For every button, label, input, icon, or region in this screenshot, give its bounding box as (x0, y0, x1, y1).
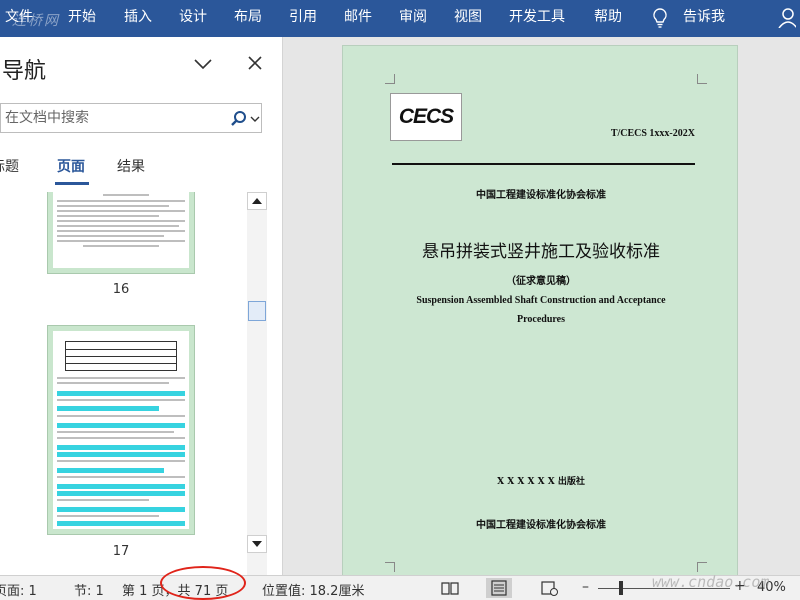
book-icon (441, 582, 459, 595)
association-name-bottom: 中国工程建设标准化协会标准 (476, 520, 606, 531)
tab-review[interactable]: 审阅 (399, 8, 427, 26)
document-title: 悬吊拼装式竖井施工及验收标准 (422, 242, 660, 262)
tab-help[interactable]: 帮助 (594, 8, 622, 26)
zoom-slider-thumb[interactable] (619, 581, 623, 595)
page-thumbnail-17[interactable] (47, 325, 195, 535)
triangle-down-icon (252, 541, 262, 547)
document-canvas[interactable]: CECS T/CECS 1xxx-202X 中国工程建设标准化协会标准 悬吊拼装… (284, 37, 800, 575)
association-name-top: 中国工程建设标准化协会标准 (476, 190, 606, 201)
tab-home[interactable]: 开始 (68, 8, 96, 26)
thumbnail-page-number: 16 (112, 282, 130, 297)
annotation-circle (160, 566, 246, 600)
tab-developer[interactable]: 开发工具 (509, 8, 565, 26)
thumbnail-page-number: 17 (112, 544, 130, 559)
active-tab-indicator (55, 182, 89, 185)
crop-mark (385, 74, 395, 84)
lightbulb-icon[interactable] (650, 7, 670, 29)
close-icon[interactable] (246, 54, 264, 72)
status-page[interactable]: 页面: 1 (0, 580, 37, 599)
tab-references[interactable]: 引用 (289, 8, 317, 26)
nav-pane-title: 导航 (2, 59, 47, 84)
tab-design[interactable]: 设计 (179, 8, 207, 26)
triangle-up-icon (252, 198, 262, 204)
print-layout-button[interactable] (486, 578, 512, 598)
web-layout-button[interactable] (536, 578, 562, 598)
tab-file[interactable]: 文件 (5, 8, 33, 26)
scroll-down-button[interactable] (247, 535, 267, 553)
print-layout-icon (491, 580, 507, 596)
navigation-pane: 导航 标题 页面 结果 (0, 37, 283, 592)
thumbnail-page-content (53, 192, 189, 268)
read-mode-button[interactable] (437, 578, 463, 598)
document-page[interactable]: CECS T/CECS 1xxx-202X 中国工程建设标准化协会标准 悬吊拼装… (342, 45, 738, 575)
search-icon[interactable] (230, 110, 248, 128)
ribbon-tab-bar: 连桥网 文件 开始 插入 设计 布局 引用 邮件 审阅 视图 开发工具 帮助 告… (0, 0, 800, 37)
tab-results[interactable]: 结果 (117, 156, 145, 176)
publisher: X X X X X X 出版社 (497, 477, 585, 487)
site-watermark: www.cndao.com (652, 573, 770, 591)
scrollbar-thumb[interactable] (248, 301, 266, 321)
search-options-chevron-icon[interactable] (250, 114, 260, 124)
user-icon[interactable] (776, 6, 796, 28)
zoom-out-button[interactable]: – (582, 579, 589, 595)
crop-mark (385, 562, 395, 572)
tab-pages[interactable]: 页面 (57, 156, 85, 176)
status-section[interactable]: 节: 1 (74, 580, 104, 599)
cecs-logo: CECS (390, 93, 462, 141)
crop-mark (697, 562, 707, 572)
tell-me-search[interactable]: 告诉我 (683, 8, 725, 26)
page-thumbnail-16[interactable] (47, 192, 195, 274)
search-box (0, 103, 262, 133)
chevron-down-icon[interactable] (193, 56, 213, 72)
web-layout-icon (541, 581, 558, 596)
document-title-english: Suspension Assembled Shaft Construction … (416, 295, 666, 325)
document-subtitle: （征求意见稿） (506, 276, 576, 287)
tab-headings[interactable]: 标题 (0, 156, 19, 176)
thumbnail-table (65, 341, 177, 371)
search-input[interactable] (5, 108, 215, 128)
tab-view[interactable]: 视图 (454, 8, 482, 26)
thumbnail-page-content (53, 331, 189, 529)
page-thumbnails: 16 17 (0, 192, 245, 575)
header-rule (392, 163, 695, 165)
tab-layout[interactable]: 布局 (234, 8, 262, 26)
thumbnail-scrollbar[interactable] (247, 192, 267, 592)
tab-insert[interactable]: 插入 (124, 8, 152, 26)
standard-code: T/CECS 1xxx-202X (610, 128, 695, 139)
status-position[interactable]: 位置值: 18.2厘米 (262, 580, 364, 599)
crop-mark (697, 74, 707, 84)
tab-mailings[interactable]: 邮件 (344, 8, 372, 26)
logo-text: CECS (398, 105, 454, 128)
scroll-up-button[interactable] (247, 192, 267, 210)
